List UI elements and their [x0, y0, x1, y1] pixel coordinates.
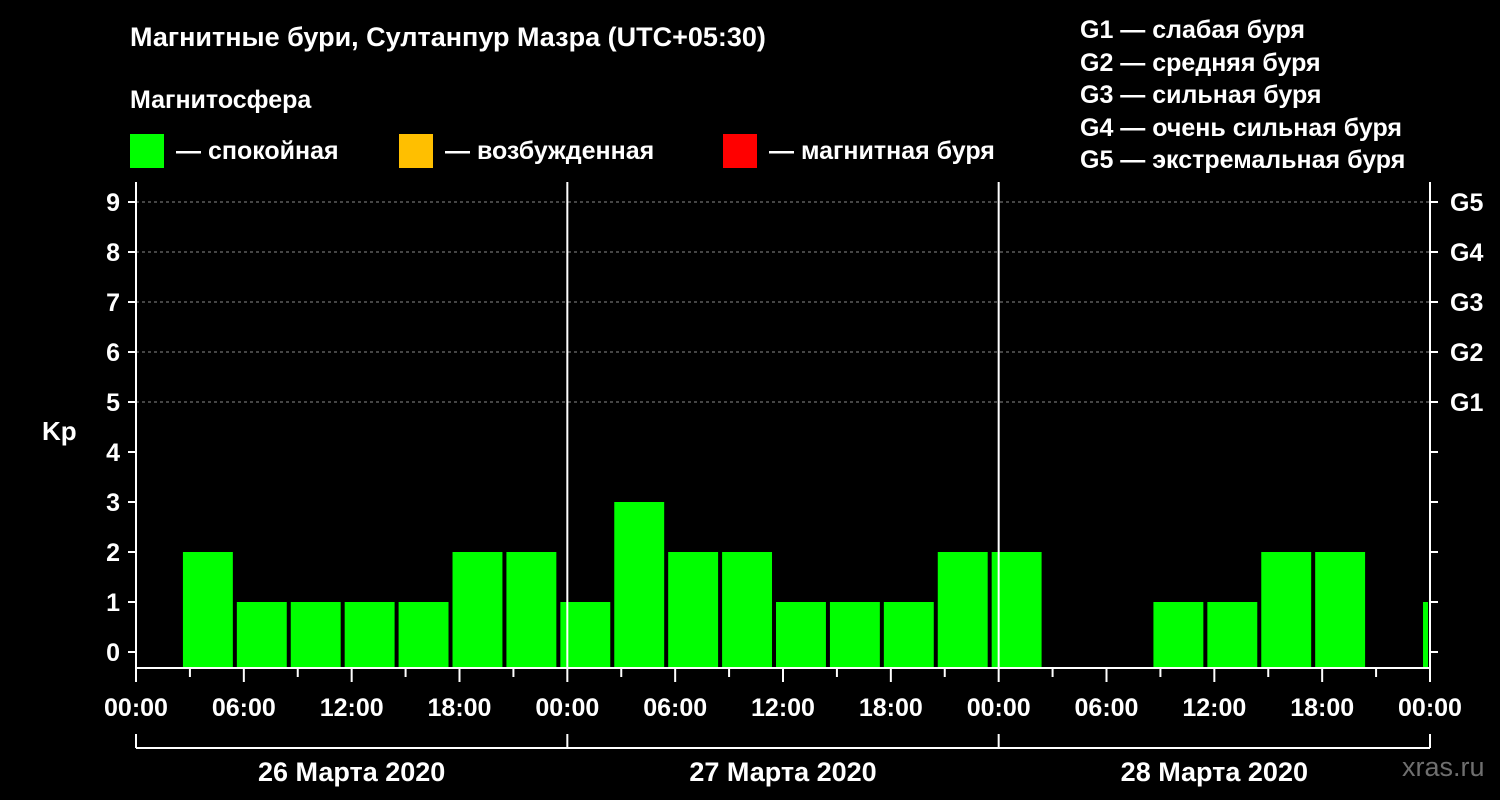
watermark: xras.ru — [1402, 752, 1485, 782]
x-tick-label: 06:00 — [643, 694, 707, 722]
kp-bar — [506, 552, 557, 668]
kp-bar — [614, 502, 665, 668]
x-tick-label: 00:00 — [1398, 694, 1462, 722]
x-tick-label: 12:00 — [1182, 694, 1246, 722]
right-axis-label-g4: G4 — [1450, 239, 1483, 267]
y-tick-label: 2 — [106, 539, 120, 567]
x-tick-label: 00:00 — [535, 694, 599, 722]
kp-bar — [452, 552, 503, 668]
kp-chart: 0 1 2 3 4 5 6 7 8 9 G1 G2 G3 G4 G5 Kp 00:00 06:00 12:00 18:… — [42, 182, 1483, 787]
x-tick-label: 00:00 — [104, 694, 168, 722]
kp-bar — [1153, 602, 1204, 668]
y-tick-label: 3 — [106, 489, 120, 517]
right-axis-label-g3: G3 — [1450, 289, 1483, 317]
x-tick-label: 12:00 — [751, 694, 815, 722]
y-tick-label: 5 — [106, 389, 120, 417]
kp-bar — [1207, 602, 1258, 668]
day-label: 26 Марта 2020 — [258, 757, 445, 787]
right-axis-label-g2: G2 — [1450, 339, 1483, 367]
kp-bar — [398, 602, 449, 668]
kp-bar — [937, 552, 988, 668]
kp-bar — [182, 552, 233, 668]
kp-bar — [668, 552, 719, 668]
y-tick-label: 0 — [106, 639, 120, 667]
kp-bar — [1423, 602, 1428, 668]
y-tick-label: 1 — [106, 589, 120, 617]
x-tick-label: 00:00 — [967, 694, 1031, 722]
x-tick-label: 18:00 — [1290, 694, 1354, 722]
y-tick-label: 8 — [106, 239, 120, 267]
kp-bar — [722, 552, 773, 668]
kp-bar — [1261, 552, 1312, 668]
right-axis-label-g5: G5 — [1450, 189, 1483, 217]
kp-bar — [776, 602, 826, 668]
y-axis-label: Kp — [42, 416, 77, 446]
day-label: 27 Марта 2020 — [689, 757, 876, 787]
kp-bar — [829, 602, 880, 668]
x-tick-label: 06:00 — [212, 694, 276, 722]
right-axis-label-g1: G1 — [1450, 389, 1483, 417]
kp-bar — [290, 602, 341, 668]
y-tick-label: 4 — [106, 439, 120, 467]
y-tick-label: 9 — [106, 189, 120, 217]
kp-bar — [344, 602, 395, 668]
x-tick-label: 06:00 — [1075, 694, 1139, 722]
kp-bar — [883, 602, 934, 668]
y-tick-label: 7 — [106, 289, 120, 317]
y-tick-label: 6 — [106, 339, 120, 367]
kp-bar — [1315, 552, 1366, 668]
x-tick-label: 12:00 — [320, 694, 384, 722]
x-tick-label: 18:00 — [428, 694, 492, 722]
x-tick-label: 18:00 — [859, 694, 923, 722]
day-label: 28 Марта 2020 — [1121, 757, 1308, 787]
kp-bar — [236, 602, 287, 668]
